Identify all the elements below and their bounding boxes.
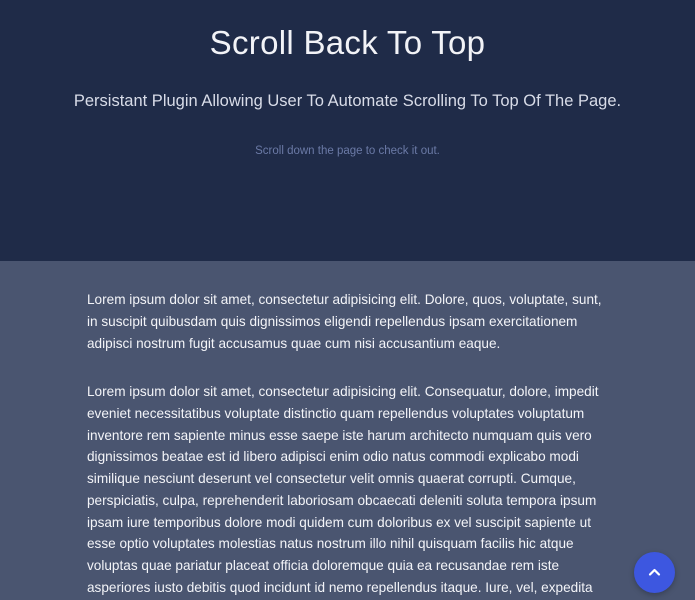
content-section: Lorem ipsum dolor sit amet, consectetur …: [0, 261, 695, 600]
scroll-hint: Scroll down the page to check it out.: [255, 145, 440, 157]
page-title: Scroll Back To Top: [209, 24, 486, 61]
hero-header: Scroll Back To Top Persistant Plugin All…: [0, 0, 695, 261]
chevron-up-icon: [648, 568, 661, 576]
lorem-paragraph: Lorem ipsum dolor sit amet, consectetur …: [87, 292, 602, 351]
scroll-to-top-button[interactable]: [634, 552, 675, 593]
lorem-paragraph: Lorem ipsum dolor sit amet, consectetur …: [87, 384, 599, 595]
page-subtitle: Persistant Plugin Allowing User To Autom…: [73, 92, 622, 110]
